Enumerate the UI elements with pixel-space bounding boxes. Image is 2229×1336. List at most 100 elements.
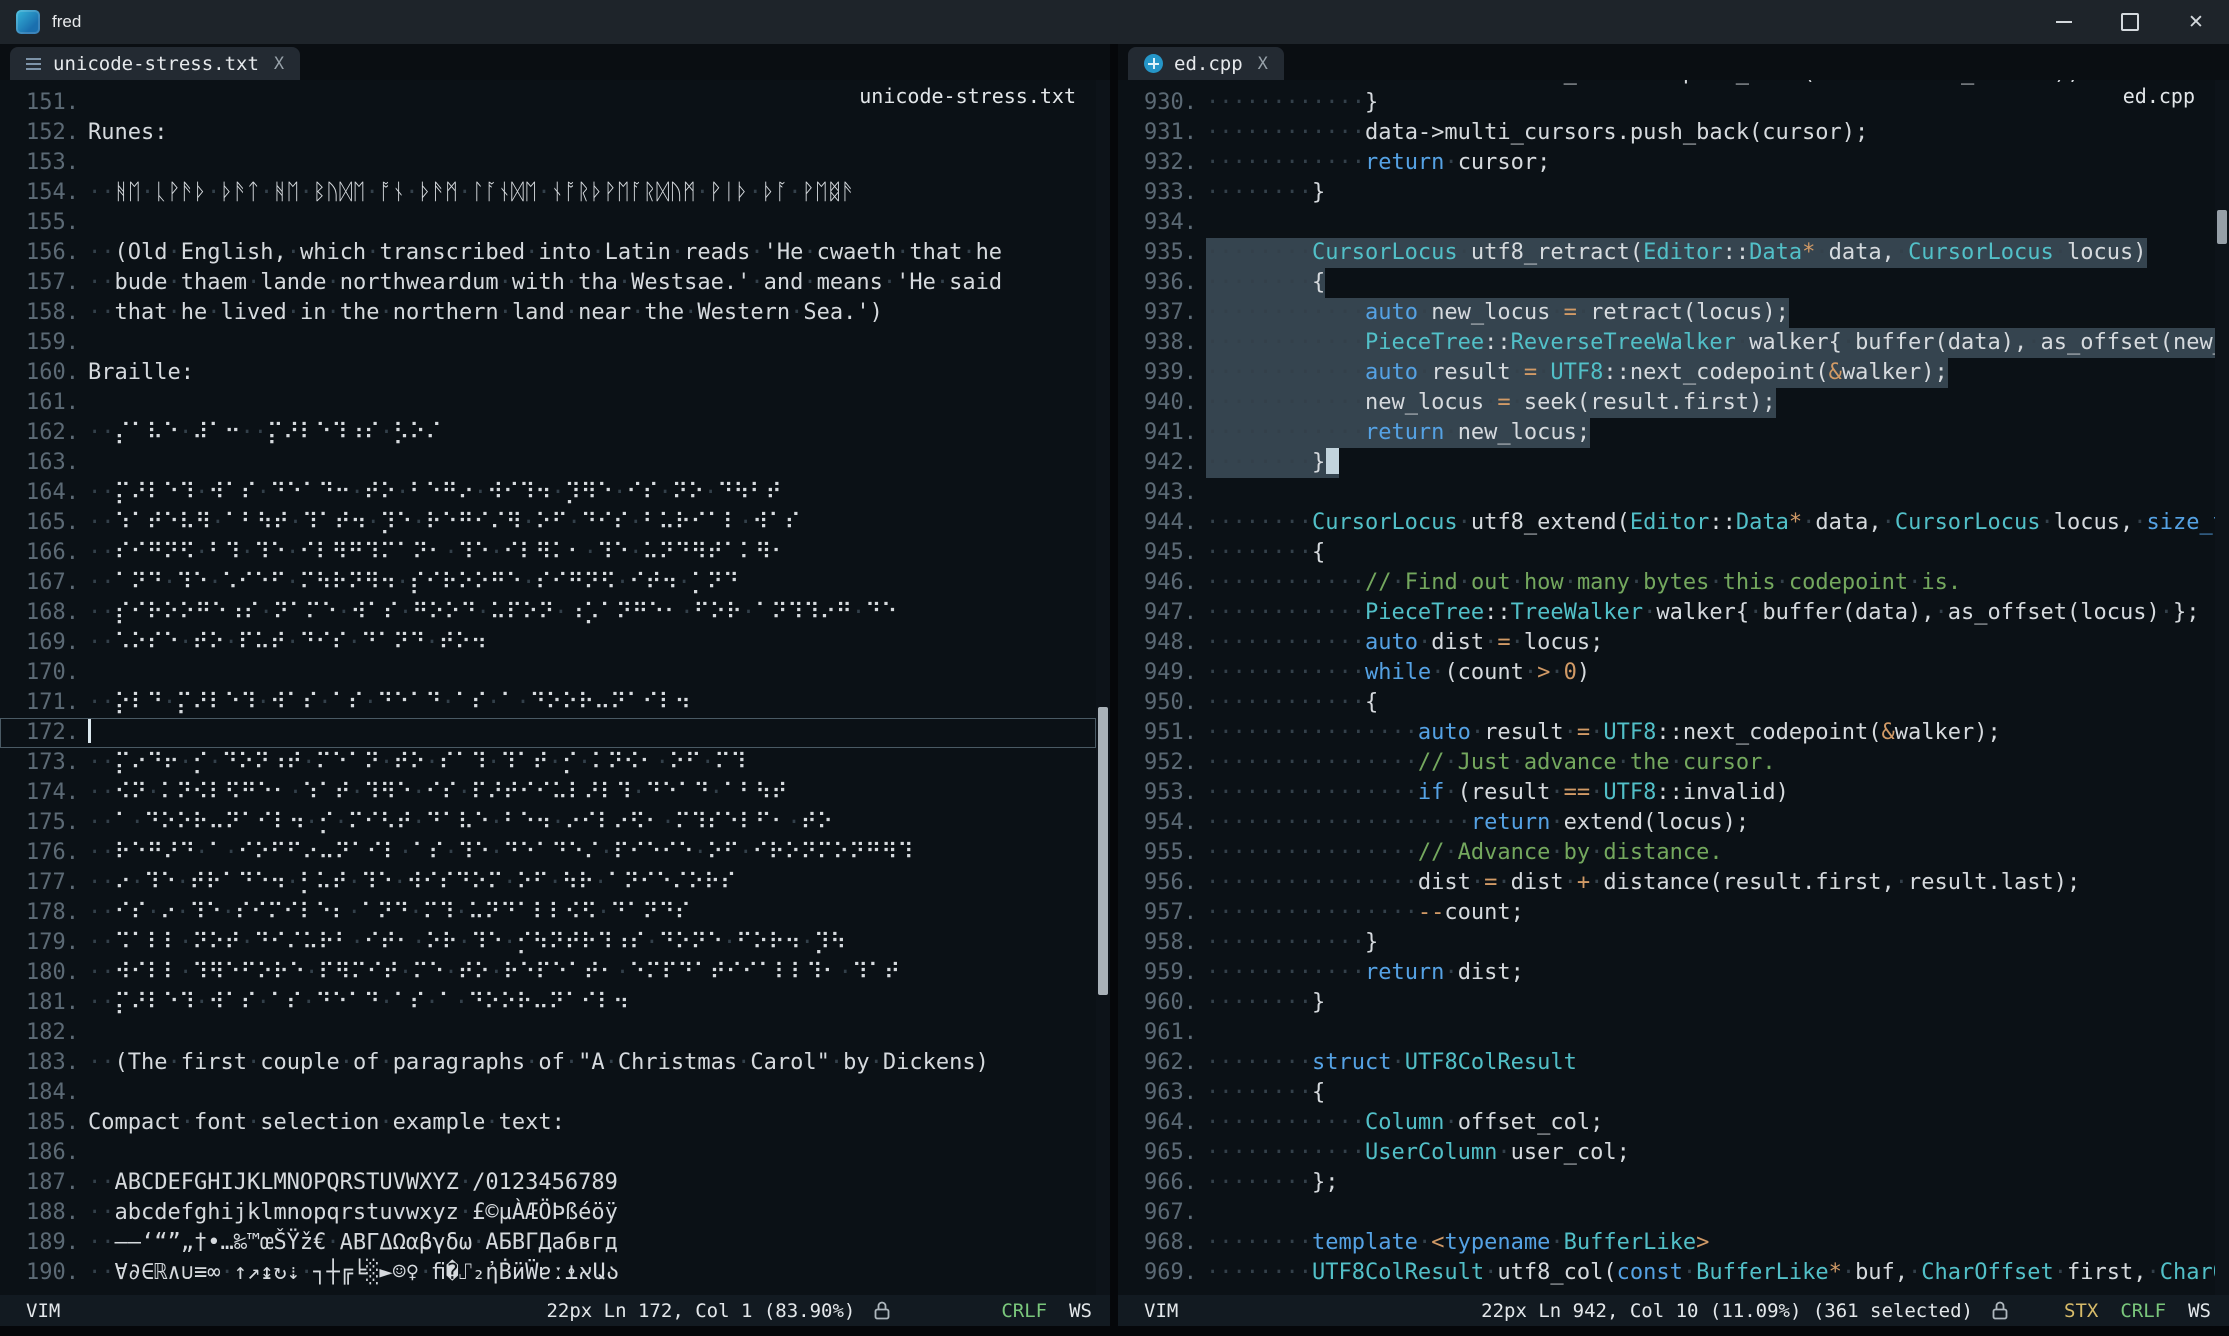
code-area-left[interactable]: 150.··እግርህን·በፍራሽህ·ልክ·ዘርጋ።151.152.Runes:1… xyxy=(0,80,1096,1295)
tab-ed-cpp[interactable]: ed.cpp X xyxy=(1128,47,1284,80)
code-line[interactable]: 947.············PieceTree::TreeWalker·wa… xyxy=(1118,598,2215,628)
code-line[interactable]: 168.··⡎⠊⠗⠕⠕⠛⠑⠰⠎·⠝⠁⠍⠑·⠺⠁⠎·⠛⠕⠕⠙·⠥⠏⠕⠝·⠰⡡⠁⠝⠛… xyxy=(0,598,1096,628)
code-line[interactable]: 152.Runes: xyxy=(0,118,1096,148)
code-line[interactable]: 174.··⠪⠝·⠅⠝⠪⠇⠫⠛⠑⠂·⠱⠁⠞·⠹⠻⠑·⠊⠎·⠏⠜⠞⠊⠊⠥⠇⠜⠇⠹·… xyxy=(0,778,1096,808)
code-line[interactable]: 167.··⠁⠝⠙·⠹⠑·⠡⠊⠑⠋·⠍⠳⠗⠝⠻⠲·⡎⠊⠗⠕⠕⠛⠑·⠎⠊⠛⠝⠫·⠊… xyxy=(0,568,1096,598)
maximize-button[interactable] xyxy=(2097,0,2163,44)
text-cursor xyxy=(1326,448,1339,474)
tab-unicode-stress-txt[interactable]: unicode-stress.txt X xyxy=(10,47,300,80)
code-line[interactable]: 942.········} xyxy=(1118,448,2215,478)
code-line[interactable]: 956.················dist·=·dist·+·distan… xyxy=(1118,868,2215,898)
code-line[interactable]: 963.········{ xyxy=(1118,1078,2215,1108)
code-line[interactable]: 937.············auto·new_locus·=·retract… xyxy=(1118,298,2215,328)
scrollbar-thumb[interactable] xyxy=(1098,707,1108,995)
code-line[interactable]: 955.················//·Advance·by·distan… xyxy=(1118,838,2215,868)
code-line[interactable]: 952.················//·Just·advance·the·… xyxy=(1118,748,2215,778)
code-line[interactable]: 938.············PieceTree::ReverseTreeWa… xyxy=(1118,328,2215,358)
scrollbar-thumb[interactable] xyxy=(2217,210,2227,244)
code-line[interactable]: 153. xyxy=(0,148,1096,178)
scrollbar-left[interactable] xyxy=(1096,80,1110,1295)
code-line[interactable]: 190.··∀∂∈ℝ∧∪≡∞·↑↗↨↻⇣·┐┼╔╘░►☺♀·ﬁ�⑀₂ἠḂӥẄɐː… xyxy=(0,1258,1096,1288)
code-line[interactable]: 929.················data->multi_cursors.… xyxy=(1118,80,2215,88)
code-line[interactable]: 939.············auto·result·=·UTF8::next… xyxy=(1118,358,2215,388)
code-line[interactable]: 166.··⠎⠊⠛⠝⠫·⠃⠹·⠹⠑·⠊⠇⠻⠛⠹⠍⠁⠝⠂·⠹⠑·⠊⠇⠻⠅⠂·⠹⠑·… xyxy=(0,538,1096,568)
code-line[interactable]: 161. xyxy=(0,388,1096,418)
code-line[interactable]: 940.············new_locus·=·seek(result.… xyxy=(1118,388,2215,418)
code-line[interactable]: 949.············while·(count·>·0) xyxy=(1118,658,2215,688)
code-line[interactable]: 954.····················return·extend(lo… xyxy=(1118,808,2215,838)
code-line[interactable]: 953.················if·(result·==·UTF8::… xyxy=(1118,778,2215,808)
tab-close-icon[interactable]: X xyxy=(1258,54,1268,74)
code-line[interactable]: 935.········CursorLocus·utf8_retract(Edi… xyxy=(1118,238,2215,268)
code-line[interactable]: 941.············return·new_locus; xyxy=(1118,418,2215,448)
code-line[interactable]: 187.··ABCDEFGHIJKLMNOPQRSTUVWXYZ·/012345… xyxy=(0,1168,1096,1198)
code-line[interactable]: 177.··⠔·⠹⠑·⠞⠗⠁⠙⠑⠲·⡃⠥⠞·⠹⠑·⠺⠊⠎⠙⠕⠍·⠕⠋·⠳⠗·⠁⠝… xyxy=(0,868,1096,898)
code-line[interactable]: 164.··⡍⠜⠇⠑⠹·⠺⠁⠎·⠙⠑⠁⠙⠒·⠞⠕·⠃⠑⠛⠔·⠺⠊⠹⠲·⡹⠻⠑·⠊… xyxy=(0,478,1096,508)
minimize-button[interactable] xyxy=(2031,0,2097,44)
code-line[interactable]: 957.················--count; xyxy=(1118,898,2215,928)
close-button[interactable]: ✕ xyxy=(2163,0,2229,44)
code-line[interactable]: 933.········} xyxy=(1118,178,2215,208)
line-number: 943. xyxy=(1118,478,1206,508)
code-line[interactable]: 930.············} xyxy=(1118,88,2215,118)
pane-divider[interactable] xyxy=(1110,44,1118,1326)
code-line[interactable]: 169.··⠡⠕⠎⠑·⠞⠕·⠏⠥⠞·⠙⠊⠎·⠙⠁⠝⠙·⠞⠕⠲ xyxy=(0,628,1096,658)
code-line[interactable]: 968.········template·<typename·BufferLik… xyxy=(1118,1228,2215,1258)
code-line[interactable]: 185.Compact·font·selection·example·text: xyxy=(0,1108,1096,1138)
code-line[interactable]: 950.············{ xyxy=(1118,688,2215,718)
code-line[interactable]: 932.············return·cursor; xyxy=(1118,148,2215,178)
code-line[interactable]: 186. xyxy=(0,1138,1096,1168)
code-line[interactable]: 964.············Column·offset_col; xyxy=(1118,1108,2215,1138)
code-line[interactable]: 183.··(The·first·couple·of·paragraphs·of… xyxy=(0,1048,1096,1078)
code-line[interactable]: 936.········{ xyxy=(1118,268,2215,298)
code-line[interactable]: 943. xyxy=(1118,478,2215,508)
code-area-right[interactable]: 929.················data->multi_cursors.… xyxy=(1118,80,2215,1295)
code-line[interactable]: 170. xyxy=(0,658,1096,688)
code-line[interactable]: 931.············data->multi_cursors.push… xyxy=(1118,118,2215,148)
code-line[interactable]: 175.··⠁·⠙⠕⠕⠗⠤⠝⠁⠊⠇⠲·⡊·⠍⠊⠣⠞·⠙⠁⠧⠑·⠃⠑⠲·⠔⠊⠇⠔⠫… xyxy=(0,808,1096,838)
line-number: 187. xyxy=(0,1168,88,1198)
code-line[interactable]: 189.··–—‘“”„†•…‰™œŠŸž€·ΑΒΓΔΩαβγδω·АБВГДа… xyxy=(0,1228,1096,1258)
code-line[interactable]: 958.············} xyxy=(1118,928,2215,958)
scrollbar-right[interactable] xyxy=(2215,80,2229,1295)
code-line[interactable]: 961. xyxy=(1118,1018,2215,1048)
code-line[interactable]: 948.············auto·dist·=·locus; xyxy=(1118,628,2215,658)
code-line[interactable]: 951.················auto·result·=·UTF8::… xyxy=(1118,718,2215,748)
code-line[interactable]: 165.··⠱⠁⠞⠑⠧⠻·⠁⠃⠳⠞·⠹⠁⠞⠲·⡹⠑·⠗⠑⠛⠊⠌⠻·⠕⠋·⠙⠊⠎·… xyxy=(0,508,1096,538)
code-line[interactable]: 159. xyxy=(0,328,1096,358)
line-number: 946. xyxy=(1118,568,1206,598)
code-line[interactable]: 160.Braille: xyxy=(0,358,1096,388)
code-line[interactable]: 163. xyxy=(0,448,1096,478)
line-number: 942. xyxy=(1118,448,1206,478)
code-line[interactable]: 960.········} xyxy=(1118,988,2215,1018)
code-line[interactable]: 156.··(Old·English,·which·transcribed·in… xyxy=(0,238,1096,268)
code-line[interactable]: 934. xyxy=(1118,208,2215,238)
code-line[interactable]: 154.··ᚻᛖ·ᚳᚹᚫᚦ·ᚦᚫᛏ·ᚻᛖ·ᛒᚢᛞᛖ·ᚩᚾ·ᚦᚫᛗ·ᛚᚪᚾᛞᛖ·ᚾ… xyxy=(0,178,1096,208)
code-line[interactable]: 157.··bude·thaem·lande·northweardum·with… xyxy=(0,268,1096,298)
code-line[interactable]: 945.········{ xyxy=(1118,538,2215,568)
code-line[interactable]: 965.············UserColumn·user_col; xyxy=(1118,1138,2215,1168)
code-line[interactable]: 171.··⡕⠇⠙·⡍⠜⠇⠑⠹·⠺⠁⠎·⠁⠎·⠙⠑⠁⠙·⠁⠎·⠁·⠙⠕⠕⠗⠤⠝⠁… xyxy=(0,688,1096,718)
tab-label: unicode-stress.txt xyxy=(53,53,259,75)
code-line[interactable]: 162.··⡌⠁⠧⠑·⠼⠁⠒··⡍⠜⠇⠑⠹⠰⠎·⡣⠕⠌ xyxy=(0,418,1096,448)
code-line[interactable]: 176.··⠗⠑⠛⠜⠙·⠁·⠊⠕⠋⠋⠔⠤⠝⠁⠊⠇·⠁⠎·⠹⠑·⠙⠑⠁⠙⠑⠌·⠏⠊… xyxy=(0,838,1096,868)
code-line[interactable]: 172. xyxy=(0,718,1096,748)
code-line[interactable]: 967. xyxy=(1118,1198,2215,1228)
code-line[interactable]: 944.········CursorLocus·utf8_extend(Edit… xyxy=(1118,508,2215,538)
code-line[interactable]: 182. xyxy=(0,1018,1096,1048)
code-line[interactable]: 180.··⠺⠊⠇⠇·⠹⠻⠑⠋⠕⠗⠑·⠏⠻⠍⠊⠞·⠍⠑·⠞⠕·⠗⠑⠏⠑⠁⠞⠂·⠑… xyxy=(0,958,1096,988)
code-line[interactable]: 158.··that·he·lived·in·the·northern·land… xyxy=(0,298,1096,328)
code-line[interactable]: 969.········UTF8ColResult·utf8_col(const… xyxy=(1118,1258,2215,1288)
code-line[interactable]: 179.··⠩⠁⠇⠇·⠝⠕⠞·⠙⠊⠌⠥⠗⠃·⠊⠞⠂·⠕⠗·⠹⠑·⡊⠳⠝⠞⠗⠹⠰⠎… xyxy=(0,928,1096,958)
code-line[interactable]: 959.············return·dist; xyxy=(1118,958,2215,988)
code-line[interactable]: 184. xyxy=(0,1078,1096,1108)
code-line[interactable]: 178.··⠊⠎·⠔·⠹⠑·⠎⠊⠍⠊⠇⠑⠆·⠁⠝⠙·⠍⠹·⠥⠝⠙⠁⠇⠇⠪⠫·⠙⠁… xyxy=(0,898,1096,928)
code-line[interactable]: 188.··abcdefghijklmnopqrstuvwxyz·£©µÀÆÖÞ… xyxy=(0,1198,1096,1228)
code-line[interactable]: 181.··⡍⠜⠇⠑⠹·⠺⠁⠎·⠁⠎·⠙⠑⠁⠙·⠁⠎·⠁·⠙⠕⠕⠗⠤⠝⠁⠊⠇⠲ xyxy=(0,988,1096,1018)
code-line[interactable]: 946.············//·Find·out·how·many·byt… xyxy=(1118,568,2215,598)
code-line[interactable]: 155. xyxy=(0,208,1096,238)
code-line[interactable]: 966.········}; xyxy=(1118,1168,2215,1198)
code-line[interactable]: 962.········struct·UTF8ColResult xyxy=(1118,1048,2215,1078)
code-line[interactable]: 173.··⡍⠔⠙⠖·⡊·⠙⠕⠝⠰⠞·⠍⠑⠁⠝·⠞⠕·⠎⠁⠹·⠹⠁⠞·⡊·⠅⠝⠪… xyxy=(0,748,1096,778)
tab-close-icon[interactable]: X xyxy=(274,54,284,74)
